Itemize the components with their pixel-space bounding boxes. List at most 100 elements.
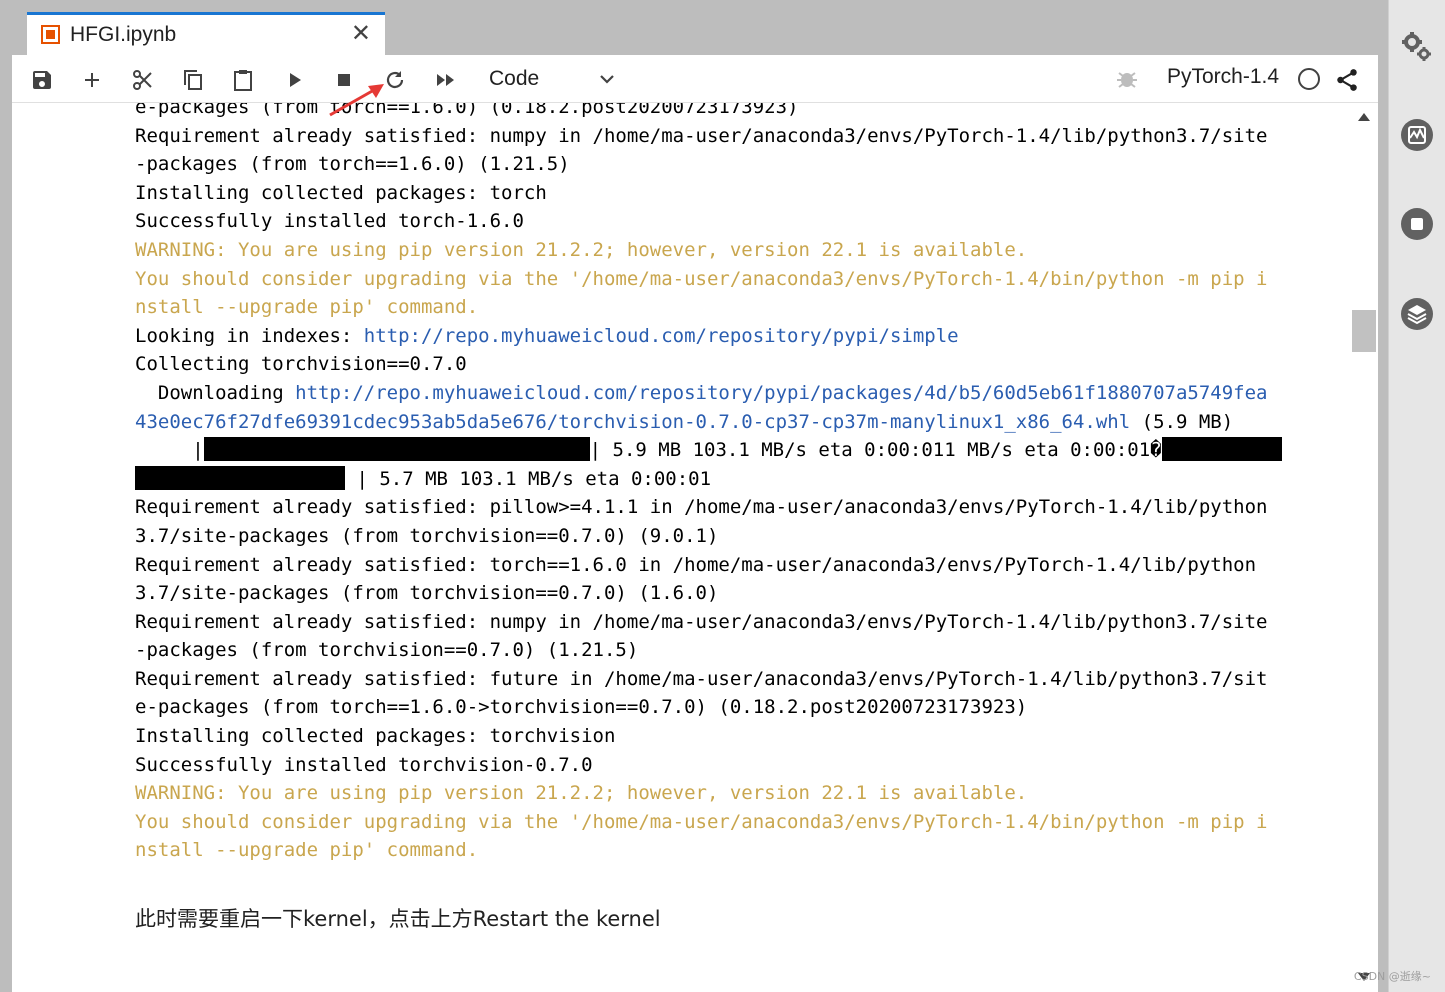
output-text-span: WARNING: You are using pip version 21.2.…	[135, 782, 1028, 805]
vertical-scrollbar[interactable]	[1351, 103, 1378, 983]
output-line: 3.7/site-packages (from torchvision==0.7…	[135, 522, 1330, 551]
gear-settings-icon[interactable]	[1400, 30, 1434, 64]
run-all-icon	[437, 74, 454, 86]
paste-button[interactable]	[228, 65, 258, 95]
copy-icon	[184, 70, 202, 90]
notebook-panel: Code PyTorch-1.4 e-packages (from torch=…	[12, 55, 1378, 992]
copy-button[interactable]	[178, 65, 208, 95]
output-text-span: Looking in indexes:	[135, 324, 364, 347]
tab-bar: HFGI.ipynb ✕	[12, 0, 1388, 55]
run-all-button[interactable]	[431, 65, 461, 95]
notebook-tab[interactable]: HFGI.ipynb ✕	[27, 12, 385, 55]
output-text-span: Requirement already satisfied: numpy in …	[135, 124, 1268, 147]
output-text-span: Installing collected packages: torch	[135, 181, 547, 204]
output-line: You should consider upgrading via the '/…	[135, 265, 1330, 294]
watermark: CSDN @逝缘~	[1353, 970, 1431, 983]
output-text-span: e-packages (from torch==1.6.0) (0.18.2.p…	[135, 103, 799, 118]
output-link[interactable]: 43e0ec76f27dfe69391cdec953ab5da5e676/tor…	[135, 411, 1130, 433]
add-cell-icon	[85, 73, 99, 87]
notebook-toolbar: Code PyTorch-1.4	[12, 55, 1378, 103]
scroll-thumb[interactable]	[1352, 310, 1376, 352]
output-line: e-packages (from torch==1.6.0) (0.18.2.p…	[135, 103, 1330, 122]
paste-icon	[234, 70, 252, 91]
output-line: Successfully installed torch-1.6.0	[135, 207, 1330, 236]
right-sidebar	[1388, 0, 1445, 992]
progress-bar	[135, 465, 345, 490]
output-text-span: -packages (from torch==1.6.0) (1.21.5)	[135, 153, 570, 176]
output-line: nstall --upgrade pip' command.	[135, 836, 1330, 865]
output-text-span: Successfully installed torchvision-0.7.0	[135, 753, 593, 776]
output-text-span: Requirement already satisfied: numpy in …	[135, 610, 1268, 633]
output-line: e-packages (from torch==1.6.0->torchvisi…	[135, 693, 1330, 722]
stop-kernel-icon[interactable]	[1400, 207, 1434, 241]
output-text-span: |	[135, 439, 204, 462]
add-cell-button[interactable]	[77, 65, 107, 95]
output-text-span: 3.7/site-packages (from torchvision==0.7…	[135, 524, 719, 547]
output-line: WARNING: You are using pip version 21.2.…	[135, 779, 1330, 808]
output-line: Collecting torchvision==0.7.0	[135, 350, 1330, 379]
output-text-span: (5.9 MB)	[1130, 410, 1234, 433]
output-text-span: Requirement already satisfied: pillow>=4…	[135, 496, 1268, 519]
close-tab-icon[interactable]: ✕	[351, 21, 371, 45]
output-text-span: e-packages (from torch==1.6.0->torchvisi…	[135, 696, 1028, 719]
output-text: e-packages (from torch==1.6.0) (0.18.2.p…	[135, 103, 1330, 865]
layers-icon[interactable]	[1400, 297, 1434, 331]
activity-monitor-icon[interactable]	[1400, 118, 1434, 152]
output-text-span: Successfully installed torch-1.6.0	[135, 210, 524, 233]
output-text-span: Installing collected packages: torchvisi…	[135, 725, 616, 748]
output-line: Requirement already satisfied: numpy in …	[135, 122, 1330, 151]
tab-title: HFGI.ipynb	[70, 23, 177, 46]
output-line: Requirement already satisfied: torch==1.…	[135, 551, 1330, 580]
output-line: | | 5.9 MB 103.1 MB/s eta 0:00:011 MB/s e…	[135, 436, 1330, 465]
output-text-span: nstall --upgrade pip' command.	[135, 839, 479, 862]
output-line: 3.7/site-packages (from torchvision==0.7…	[135, 579, 1330, 608]
cut-icon	[133, 70, 152, 90]
kernel-status-indicator	[1298, 68, 1320, 90]
cut-button[interactable]	[128, 65, 158, 95]
output-text-span: 3.7/site-packages (from torchvision==0.7…	[135, 582, 719, 605]
output-text-span: You should consider upgrading via the '/…	[135, 267, 1268, 290]
output-line: Requirement already satisfied: pillow>=4…	[135, 493, 1330, 522]
markdown-cell[interactable]: 此时需要重启一下kernel，点击上方Restart the kernel	[135, 903, 661, 933]
chevron-down-icon[interactable]	[597, 69, 617, 89]
output-link[interactable]: http://repo.myhuaweicloud.com/repository…	[364, 325, 959, 347]
output-line: Downloading http://repo.myhuaweicloud.co…	[135, 379, 1330, 408]
output-line: -packages (from torchvision==0.7.0) (1.2…	[135, 636, 1330, 665]
output-line: Requirement already satisfied: future in…	[135, 665, 1330, 694]
kernel-name[interactable]: PyTorch-1.4	[1167, 65, 1279, 89]
output-line: nstall --upgrade pip' command.	[135, 293, 1330, 322]
run-button[interactable]	[280, 65, 310, 95]
save-button[interactable]	[27, 65, 57, 95]
notebook-icon	[41, 25, 60, 44]
output-line: Installing collected packages: torch	[135, 179, 1330, 208]
share-icon[interactable]	[1334, 67, 1360, 93]
save-icon	[33, 71, 51, 89]
output-line: Successfully installed torchvision-0.7.0	[135, 751, 1330, 780]
cell-output-area: e-packages (from torch==1.6.0) (0.18.2.p…	[12, 103, 1352, 979]
output-line: -packages (from torch==1.6.0) (1.21.5)	[135, 150, 1330, 179]
output-text-span: | 5.7 MB 103.1 MB/s eta 0:00:01	[345, 467, 712, 490]
output-line: Requirement already satisfied: numpy in …	[135, 608, 1330, 637]
output-line: WARNING: You are using pip version 21.2.…	[135, 236, 1330, 265]
scroll-up-arrow-icon[interactable]	[1358, 113, 1370, 121]
output-text-span: | 5.9 MB 103.1 MB/s eta 0:00:011 MB/s et…	[589, 439, 1162, 462]
output-line: | 5.7 MB 103.1 MB/s eta 0:00:01	[135, 465, 1330, 494]
output-text-span: nstall --upgrade pip' command.	[135, 296, 479, 319]
output-text-span: Downloading	[135, 381, 296, 404]
output-line: You should consider upgrading via the '/…	[135, 808, 1330, 837]
output-line: Looking in indexes: http://repo.myhuawei…	[135, 322, 1330, 351]
progress-bar	[203, 437, 590, 462]
progress-bar	[1161, 437, 1282, 462]
output-text-span: Collecting torchvision==0.7.0	[135, 353, 467, 376]
output-text-span: Requirement already satisfied: torch==1.…	[135, 553, 1257, 576]
output-text-span: You should consider upgrading via the '/…	[135, 810, 1268, 833]
output-text-span: -packages (from torchvision==0.7.0) (1.2…	[135, 639, 639, 662]
output-line: 43e0ec76f27dfe69391cdec953ab5da5e676/tor…	[135, 408, 1330, 437]
output-text-span: Requirement already satisfied: future in…	[135, 667, 1268, 690]
annotation-arrow-icon	[329, 84, 384, 117]
output-text-span: WARNING: You are using pip version 21.2.…	[135, 238, 1028, 261]
output-line: Installing collected packages: torchvisi…	[135, 722, 1330, 751]
output-link[interactable]: http://repo.myhuaweicloud.com/repository…	[295, 382, 1267, 404]
debugger-bug-icon[interactable]	[1115, 67, 1139, 91]
run-icon	[290, 73, 301, 87]
